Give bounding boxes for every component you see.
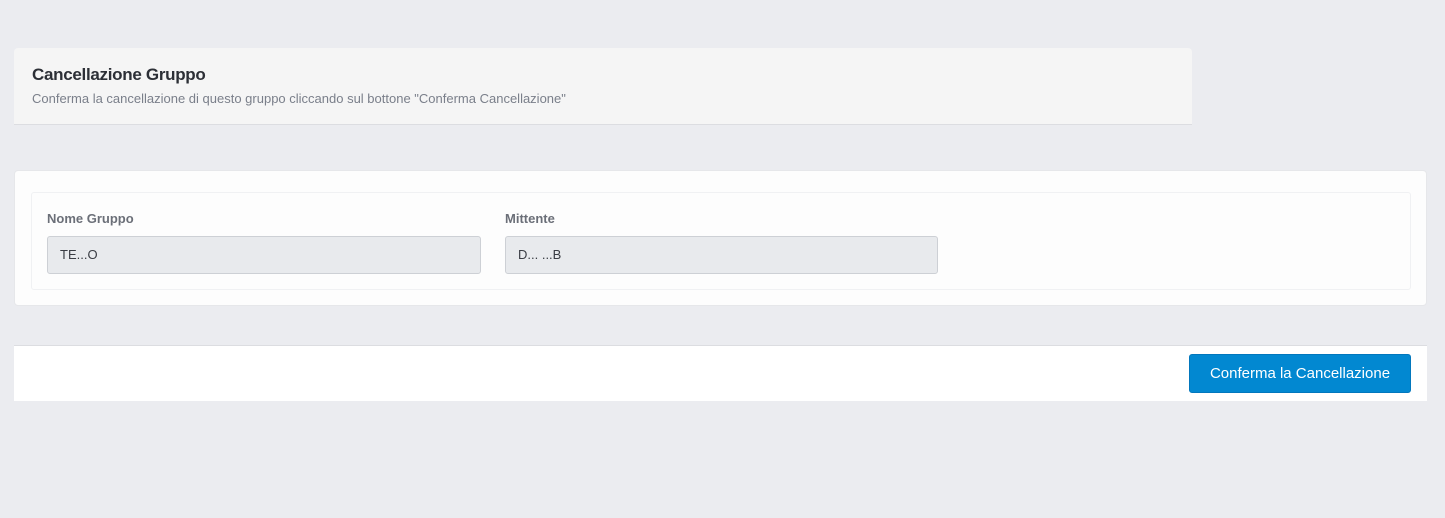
group-name-field[interactable]: TE...O [47, 236, 481, 274]
group-details-form: Nome Gruppo TE...O Mittente D... ...B [31, 192, 1411, 290]
group-details-card: Nome Gruppo TE...O Mittente D... ...B [14, 170, 1427, 306]
page-title: Cancellazione Gruppo [32, 65, 206, 84]
confirm-delete-button[interactable]: Conferma la Cancellazione [1189, 354, 1411, 393]
sender-label: Mittente [505, 211, 555, 226]
group-name-label: Nome Gruppo [47, 211, 134, 226]
action-bar: Conferma la Cancellazione [14, 345, 1427, 401]
page-header: Cancellazione Gruppo Conferma la cancell… [14, 48, 1192, 125]
page-subtitle: Conferma la cancellazione di questo grup… [32, 91, 566, 106]
sender-field[interactable]: D... ...B [505, 236, 938, 274]
